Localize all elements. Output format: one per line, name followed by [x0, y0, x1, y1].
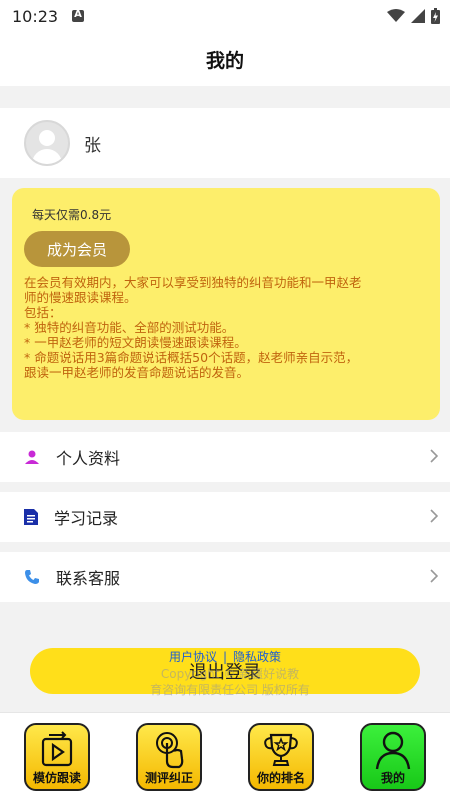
desc-line: 师的慢速跟读课程。	[24, 290, 137, 305]
accessibility-icon	[72, 9, 85, 22]
policy-links: 用户协议 | 隐私政策	[0, 648, 450, 665]
user-name: 张	[84, 135, 101, 156]
desc-line: * 独特的纠音功能、全部的测试功能。	[24, 320, 235, 335]
menu-item-label: 个人资料	[56, 449, 121, 468]
page-header: 我的	[0, 32, 450, 86]
chevron-right-icon	[430, 509, 438, 523]
document-icon	[24, 509, 38, 525]
menu-item-label: 联系客服	[56, 569, 121, 588]
avatar-head	[39, 130, 55, 146]
copyright-line: 育咨询有限责任公司 版权所有	[150, 683, 310, 697]
copyright-text: Copyright © 新疆好说教 育咨询有限责任公司 版权所有	[110, 666, 350, 698]
trophy-icon	[264, 733, 298, 766]
tab-ranking[interactable]: 你的排名	[248, 723, 314, 791]
touch-icon	[156, 732, 184, 769]
status-bar: 10:23	[0, 0, 450, 32]
desc-line: * 一甲赵老师的短文朗读慢速跟读课程。	[24, 335, 247, 350]
wifi-icon	[387, 9, 405, 22]
tab-imitate-reading[interactable]: 模仿跟读	[24, 723, 90, 791]
play-icon	[41, 731, 73, 767]
tab-evaluation[interactable]: 测评纠正	[136, 723, 202, 791]
signal-icon	[411, 9, 425, 23]
membership-card: 每天仅需0.8元 成为会员 在会员有效期内，大家可以享受到独特的纠音功能和一甲赵…	[12, 188, 440, 420]
menu-item-label: 学习记录	[54, 509, 119, 528]
bottom-tab-bar: 模仿跟读 测评纠正 你的排名 我的	[0, 712, 450, 800]
battery-icon	[431, 8, 440, 24]
menu-item-study-record[interactable]: 学习记录	[0, 492, 450, 542]
person-icon	[25, 450, 39, 464]
avatar[interactable]	[24, 120, 70, 166]
desc-line: * 命题说话用3篇命题说话概括50个话题，赵老师亲自示范，	[24, 350, 359, 365]
menu-item-profile[interactable]: 个人资料	[0, 432, 450, 482]
chevron-right-icon	[430, 449, 438, 463]
chevron-right-icon	[430, 569, 438, 583]
status-time: 10:23	[12, 6, 59, 26]
desc-line: 包括：	[24, 305, 62, 320]
links-separator: |	[222, 650, 228, 664]
tab-label: 模仿跟读	[32, 771, 81, 785]
tab-label: 测评纠正	[144, 771, 193, 785]
become-member-button[interactable]: 成为会员	[24, 231, 130, 267]
user-agreement-link[interactable]: 用户协议	[169, 650, 217, 664]
phone-icon	[25, 570, 39, 584]
tab-label: 我的	[380, 771, 405, 785]
profile-row[interactable]: 张	[0, 108, 450, 178]
desc-line: 在会员有效期内，大家可以享受到独特的纠音功能和一甲赵老	[24, 275, 362, 290]
desc-line: 跟读一甲赵老师的发音命题说话的发音。	[24, 365, 250, 380]
user-icon	[375, 731, 411, 770]
privacy-policy-link[interactable]: 隐私政策	[233, 650, 281, 664]
membership-description: 在会员有效期内，大家可以享受到独特的纠音功能和一甲赵老 师的慢速跟读课程。 包括…	[24, 275, 428, 380]
avatar-body	[32, 149, 62, 164]
status-icons	[387, 8, 440, 24]
copyright-line: Copyright © 新疆好说教	[160, 667, 300, 681]
menu-item-customer-service[interactable]: 联系客服	[0, 552, 450, 602]
membership-price: 每天仅需0.8元	[32, 208, 112, 222]
tab-label: 你的排名	[256, 771, 305, 785]
tab-me[interactable]: 我的	[360, 723, 426, 791]
page-title: 我的	[205, 49, 244, 72]
